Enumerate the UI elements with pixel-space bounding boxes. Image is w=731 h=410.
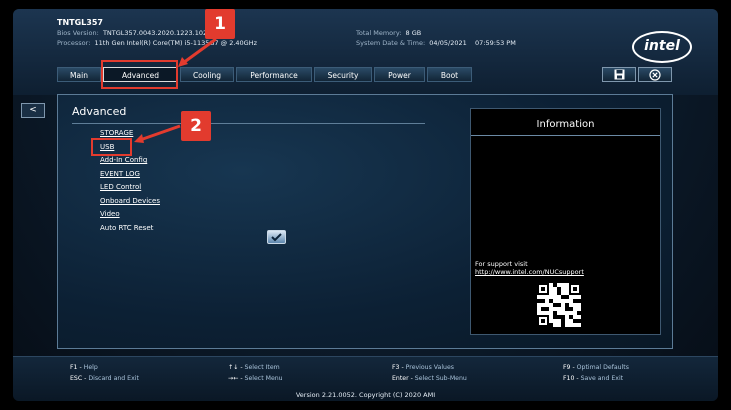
- annotation-step-2-badge: 2: [181, 111, 211, 141]
- annotation-arrow-2: [139, 124, 181, 142]
- annotation-arrows: [134, 37, 217, 143]
- annotation-arrow-2-head: [134, 134, 144, 143]
- annotation-highlight-usb: [91, 138, 132, 156]
- annotation-arrow-1: [182, 37, 217, 65]
